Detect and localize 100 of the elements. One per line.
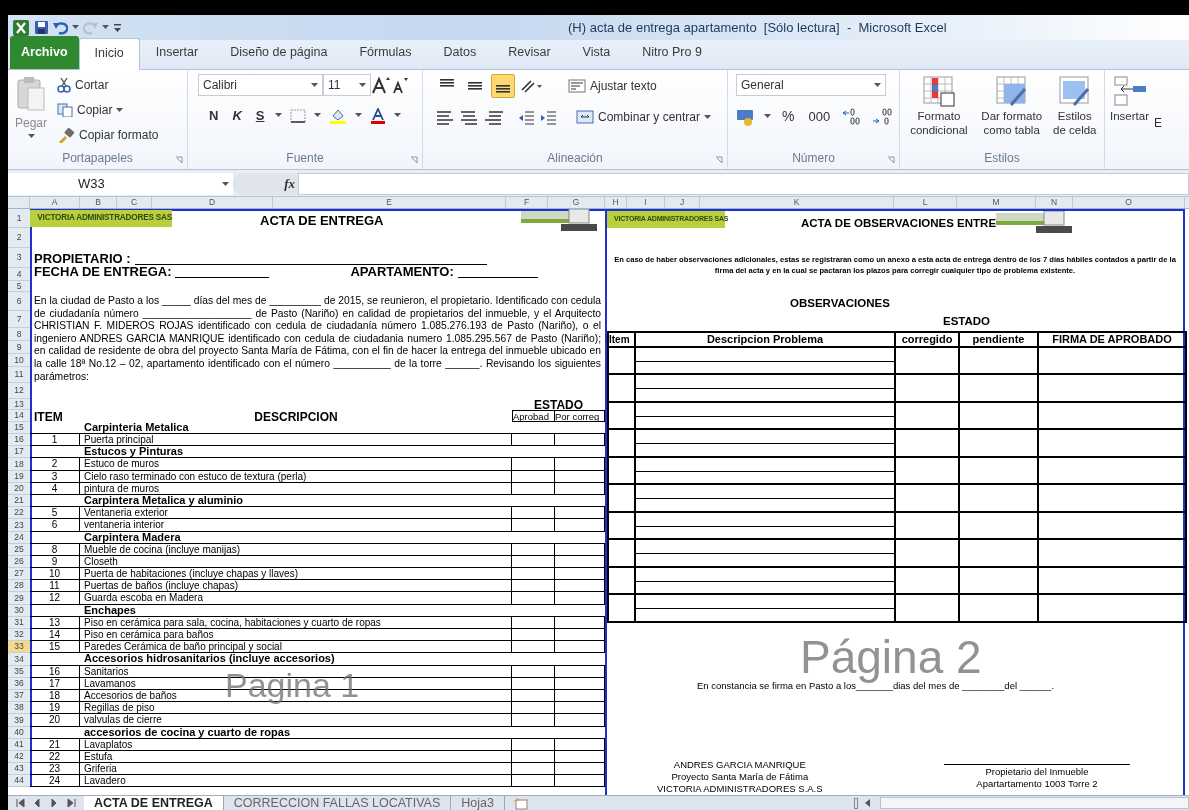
row-header[interactable]: 27 [8,568,30,581]
orientation-icon[interactable] [519,78,543,94]
caret-icon[interactable] [764,114,771,119]
sheet-tab[interactable]: ACTA DE ENTREGA [84,796,224,810]
column-header[interactable]: H [605,197,627,208]
column-header[interactable]: O [1073,197,1185,208]
row-header[interactable]: 29 [8,592,30,605]
percent-button[interactable]: % [779,104,798,129]
column-header[interactable]: N [1036,197,1073,208]
last-sheet-icon[interactable] [67,798,76,808]
caret-icon[interactable] [27,134,35,139]
column-header[interactable]: G [548,197,605,208]
row-header[interactable]: 10 [8,354,30,367]
merge-center-button[interactable]: Combinar y centrar [573,106,715,128]
caret-icon[interactable] [359,82,366,88]
caret-icon[interactable] [314,113,322,119]
caret-icon[interactable] [355,113,363,119]
launcher-icon[interactable] [715,156,723,164]
column-header[interactable]: A [30,197,80,208]
decrease-indent-icon[interactable] [517,109,535,125]
format-painter-button[interactable]: Copiar formato [54,124,162,146]
align-left-icon[interactable] [435,109,455,125]
row-header[interactable]: 14 [8,410,30,422]
ribbon-tab[interactable]: Fórmulas [343,37,428,69]
column-header[interactable]: I [627,197,665,208]
caret-icon[interactable] [116,107,124,113]
insert-button[interactable]: Insertar [1109,74,1150,169]
row-header[interactable]: 11 [8,367,30,383]
format-as-table-button[interactable]: Dar formato como tabla [975,74,1048,149]
shrink-font-icon[interactable] [391,76,409,94]
number-format-field[interactable]: General [736,74,886,96]
font-name-field[interactable]: Calibri [198,74,323,96]
row-header[interactable]: 43 [8,763,30,776]
formula-field[interactable] [298,173,1189,195]
row-header[interactable]: 13 [8,399,30,410]
row-header[interactable]: 38 [8,702,30,715]
row-header[interactable]: 7 [8,311,30,328]
copy-button[interactable]: Copiar [54,99,162,121]
column-header[interactable]: M [957,197,1036,208]
cell-styles-button[interactable]: Estilos de celda [1049,74,1100,149]
row-header[interactable]: 28 [8,580,30,593]
caret-icon[interactable] [102,25,109,30]
row-header[interactable]: 15 [8,422,30,434]
ribbon-tab[interactable]: Inicio [78,38,140,70]
caret-icon[interactable] [222,181,229,187]
align-right-icon[interactable] [483,109,503,125]
row-header[interactable]: 5 [8,281,30,292]
column-header[interactable]: F [506,197,548,208]
launcher-icon[interactable] [887,156,895,164]
row-header[interactable]: 22 [8,507,30,520]
split-handle[interactable] [854,797,858,809]
first-sheet-icon[interactable] [16,798,25,808]
file-tab[interactable]: Archivo [10,36,79,69]
row-header[interactable]: 32 [8,629,30,642]
row-header[interactable]: 39 [8,714,30,727]
row-header[interactable]: 18 [8,458,30,471]
ribbon-tab[interactable]: Diseño de página [214,37,344,69]
row-header[interactable]: 12 [8,383,30,399]
save-icon[interactable] [34,20,49,35]
font-color-icon[interactable] [370,107,387,124]
font-size-field[interactable]: 11 [323,74,371,96]
row-header[interactable]: 23 [8,519,30,532]
column-header[interactable]: D [152,197,273,208]
row-header[interactable]: 17 [8,446,30,459]
row-header[interactable]: 4 [8,268,30,281]
column-header[interactable]: E [273,197,506,208]
align-center-icon[interactable] [459,109,479,125]
currency-icon[interactable] [736,107,756,126]
fill-color-icon[interactable] [329,107,348,124]
column-header[interactable]: K [700,197,894,208]
borders-icon[interactable] [290,108,307,123]
ribbon-tab[interactable]: Nitro Pro 9 [626,37,718,69]
previous-sheet-icon[interactable] [33,798,42,808]
grow-font-icon[interactable] [371,76,391,94]
bold-button[interactable]: N [206,104,222,128]
cut-button[interactable]: Cortar [54,74,162,96]
bottom-align-button[interactable] [491,74,515,98]
underline-button[interactable]: S [252,104,268,128]
column-header[interactable]: J [665,197,700,208]
row-header[interactable]: 16 [8,434,30,447]
row-header[interactable]: 9 [8,341,30,354]
ribbon-tab[interactable]: Revisar [492,37,567,69]
increase-indent-icon[interactable] [539,109,557,125]
row-header[interactable]: 8 [8,328,30,341]
launcher-icon[interactable] [410,156,418,164]
caret-icon[interactable] [72,25,79,30]
ribbon-tab[interactable]: Vista [566,37,627,69]
row-header[interactable]: 34 [8,653,30,666]
decrease-decimal-icon[interactable] [871,107,894,126]
italic-button[interactable]: K [229,104,245,128]
caret-icon[interactable] [311,82,318,88]
sheet-tab[interactable]: CORRECCION FALLAS LOCATIVAS [223,796,452,810]
thousands-button[interactable]: 000 [805,104,834,129]
row-header[interactable]: 3 [8,248,30,268]
next-sheet-icon[interactable] [50,798,59,808]
conditional-format-button[interactable]: Formato condicional [904,74,974,149]
caret-icon[interactable] [394,113,402,119]
column-header[interactable]: C [117,197,152,208]
column-header[interactable]: B [80,197,117,208]
sheet-tab[interactable]: Hoja3 [451,796,505,810]
